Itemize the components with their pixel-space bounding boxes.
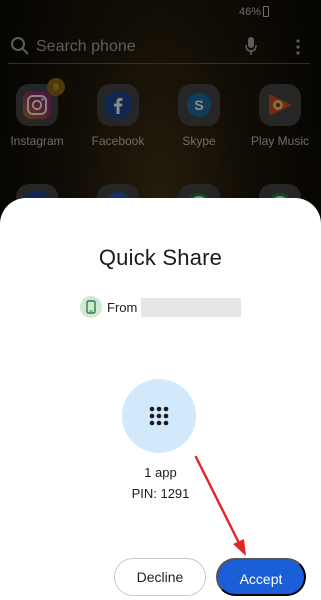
content-count: 1 app bbox=[144, 465, 177, 480]
pin-code: PIN: 1291 bbox=[131, 486, 190, 501]
apps-grid-icon bbox=[149, 406, 169, 426]
sheet-title: Quick Share bbox=[98, 245, 223, 270]
apps-icon-circle bbox=[122, 379, 196, 453]
decline-button[interactable]: Decline bbox=[114, 558, 206, 596]
redacted-sender-name bbox=[141, 297, 242, 317]
from-label: From bbox=[107, 299, 138, 315]
quick-share-sheet: Quick Share From 1 app PIN: 1291 Decline… bbox=[0, 198, 321, 600]
phone-icon bbox=[80, 296, 102, 318]
sender-row: From bbox=[80, 296, 242, 318]
accept-button[interactable]: Accept bbox=[216, 558, 306, 596]
